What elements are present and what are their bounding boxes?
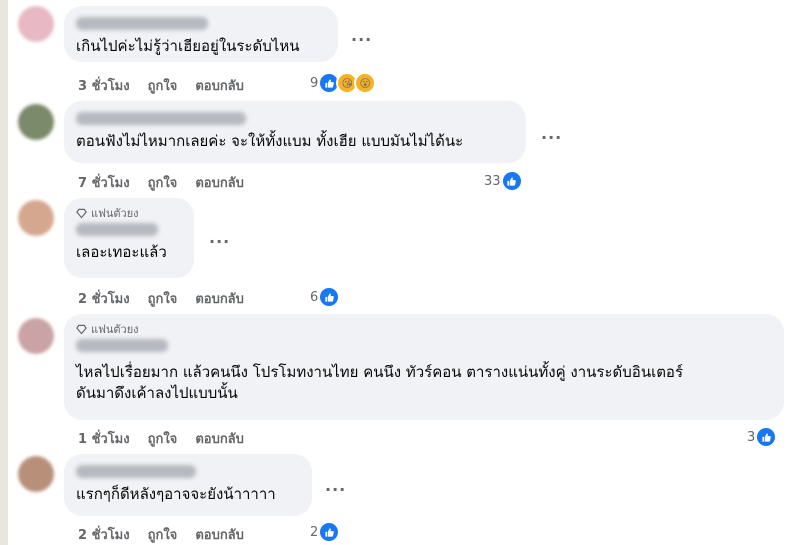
- reaction-count: 3: [747, 429, 756, 445]
- like-button[interactable]: ถูกใจ: [148, 524, 178, 545]
- avatar[interactable]: [18, 200, 54, 236]
- reaction-summary[interactable]: 9 😘 😮: [310, 72, 377, 94]
- reaction-summary[interactable]: 2: [310, 521, 341, 543]
- like-icon: [500, 170, 523, 192]
- comment-text: เลอะเทอะแล้ว: [76, 243, 167, 261]
- like-button[interactable]: ถูกใจ: [148, 172, 178, 193]
- avatar[interactable]: [18, 456, 54, 492]
- reaction-summary[interactable]: 3: [747, 426, 778, 448]
- fan-badge: แฟนตัวยง: [76, 322, 772, 336]
- comment-text-line-2: ดันมาดึงเค้าลงไปแบบนั้น: [76, 384, 238, 402]
- comment-time[interactable]: 2 ชั่วโมง: [78, 524, 130, 545]
- author-name[interactable]: [76, 17, 208, 30]
- like-button[interactable]: ถูกใจ: [148, 75, 178, 96]
- comment-time[interactable]: 3 ชั่วโมง: [78, 75, 130, 96]
- comment-bubble: ตอนฟังไม่ไหมากเลยค่ะ จะให้ทั้งแบม ทั้งเฮ…: [64, 101, 526, 163]
- comment-time[interactable]: 1 ชั่วโมง: [78, 428, 130, 449]
- fan-badge-label: แฟนตัวยง: [91, 207, 139, 220]
- comment-text: แรกๆก็ดีหลังๆอาจจะยังน้าาาาา: [76, 485, 276, 503]
- reply-button[interactable]: ตอบกลับ: [195, 428, 244, 449]
- reaction-summary[interactable]: 33: [484, 170, 523, 192]
- author-name[interactable]: [76, 465, 196, 478]
- avatar[interactable]: [18, 318, 54, 354]
- comment-time[interactable]: 2 ชั่วโมง: [78, 288, 130, 309]
- comment-bubble: เกินไปค่ะไม่รู้ว่าเฮียอยู่ในระดับไหน: [64, 6, 338, 62]
- like-button[interactable]: ถูกใจ: [148, 288, 178, 309]
- comment-bubble: แฟนตัวยง ไหลไปเรื่อยมาก แล้วคนนึง โปรโมท…: [64, 314, 784, 420]
- like-icon: [318, 286, 341, 308]
- comment-actions: 1 ชั่วโมง ถูกใจ ตอบกลับ: [78, 428, 244, 449]
- more-options-icon[interactable]: ...: [325, 476, 346, 495]
- more-options-icon[interactable]: ...: [351, 26, 372, 45]
- more-options-icon[interactable]: ...: [209, 228, 230, 247]
- author-name[interactable]: [76, 112, 246, 125]
- reaction-count: 6: [310, 289, 319, 305]
- more-options-icon[interactable]: ...: [541, 124, 562, 143]
- comment-actions: 3 ชั่วโมง ถูกใจ ตอบกลับ: [78, 75, 244, 96]
- comment-time[interactable]: 7 ชั่วโมง: [78, 172, 130, 193]
- reaction-count: 9: [310, 75, 319, 91]
- comment-text-line-1: ไหลไปเรื่อยมาก แล้วคนนึง โปรโมทงานไทย คน…: [76, 363, 684, 381]
- comment-text: เกินไปค่ะไม่รู้ว่าเฮียอยู่ในระดับไหน: [76, 37, 300, 55]
- reply-button[interactable]: ตอบกลับ: [195, 524, 244, 545]
- wow-icon: 😮: [354, 72, 377, 94]
- comment-actions: 7 ชั่วโมง ถูกใจ ตอบกลับ: [78, 172, 244, 193]
- reply-button[interactable]: ตอบกลับ: [195, 172, 244, 193]
- comment-bubble: แรกๆก็ดีหลังๆอาจจะยังน้าาาาา: [64, 454, 312, 516]
- fan-badge-label: แฟนตัวยง: [91, 323, 139, 336]
- author-name[interactable]: [76, 339, 168, 352]
- comment-actions: 2 ชั่วโมง ถูกใจ ตอบกลับ: [78, 524, 244, 545]
- fan-badge: แฟนตัวยง: [76, 206, 182, 220]
- avatar[interactable]: [18, 6, 54, 42]
- comment-bubble: แฟนตัวยง เลอะเทอะแล้ว: [64, 198, 194, 278]
- author-name[interactable]: [76, 223, 158, 236]
- diamond-icon: [76, 324, 87, 335]
- reaction-count: 2: [310, 524, 319, 540]
- page-edge: [0, 0, 8, 545]
- like-button[interactable]: ถูกใจ: [148, 428, 178, 449]
- comment-actions: 2 ชั่วโมง ถูกใจ ตอบกลับ: [78, 288, 244, 309]
- reaction-summary[interactable]: 6: [310, 286, 341, 308]
- avatar[interactable]: [18, 104, 54, 140]
- reply-button[interactable]: ตอบกลับ: [195, 288, 244, 309]
- comment-text: ตอนฟังไม่ไหมากเลยค่ะ จะให้ทั้งแบม ทั้งเฮ…: [76, 132, 464, 150]
- reaction-count: 33: [484, 173, 501, 189]
- like-icon: [755, 426, 778, 448]
- diamond-icon: [76, 208, 87, 219]
- reply-button[interactable]: ตอบกลับ: [195, 75, 244, 96]
- like-icon: [318, 521, 341, 543]
